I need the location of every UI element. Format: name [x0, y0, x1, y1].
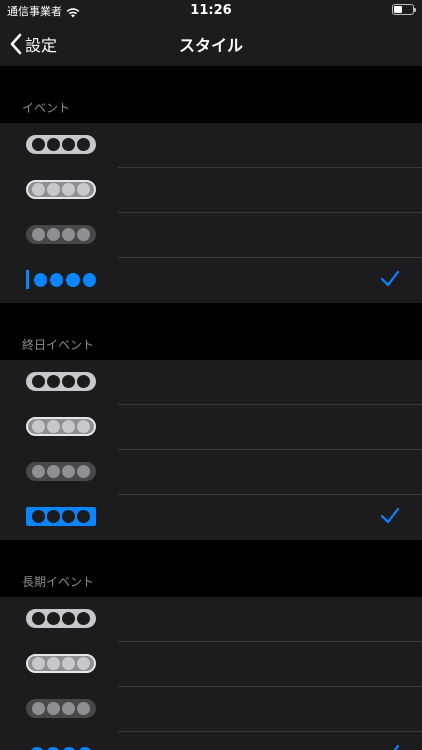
dot [47, 702, 60, 715]
style-option-row[interactable] [0, 123, 422, 168]
status-bar: 通信事業者 11:26 [0, 0, 422, 22]
dot [77, 375, 90, 388]
dot [32, 183, 45, 196]
dot [32, 465, 45, 478]
dot [47, 183, 60, 196]
dot [32, 228, 45, 241]
dot [77, 183, 90, 196]
dot [47, 228, 60, 241]
dot [77, 510, 90, 523]
style-preview [26, 699, 96, 718]
dot [32, 657, 45, 670]
style-preview [26, 372, 96, 391]
dot [32, 510, 45, 523]
dot [82, 272, 96, 287]
dot [77, 702, 90, 715]
style-option-row-selected[interactable] [0, 732, 422, 750]
dot [50, 272, 64, 287]
style-option-row[interactable] [0, 687, 422, 732]
dot [47, 510, 60, 523]
style-option-row-selected[interactable] [0, 495, 422, 540]
dot [77, 657, 90, 670]
style-preview [26, 507, 96, 526]
section-all-day-event: 終日イベント [0, 303, 422, 540]
dot [47, 657, 60, 670]
battery-fill [394, 6, 402, 13]
style-preview [26, 225, 96, 244]
style-preview [26, 609, 96, 628]
style-preview [26, 654, 96, 673]
dot [47, 375, 60, 388]
section-event: イベント [0, 66, 422, 303]
dot [46, 746, 60, 750]
section-header-label: 終日イベント [22, 338, 95, 352]
style-options-group [0, 123, 422, 303]
dot [62, 746, 76, 750]
dot [77, 465, 90, 478]
page-title: スタイル [178, 36, 243, 55]
checkmark-icon [380, 744, 400, 750]
style-preview [26, 270, 96, 289]
dot [30, 746, 44, 750]
style-preview [26, 462, 96, 481]
style-option-row[interactable] [0, 642, 422, 687]
style-option-row[interactable] [0, 450, 422, 495]
checkmark-icon [380, 270, 400, 292]
checkmark-icon [380, 507, 400, 529]
dot [62, 228, 75, 241]
dot [62, 612, 75, 625]
style-preview [26, 417, 96, 436]
dot [62, 657, 75, 670]
dot [47, 420, 60, 433]
dot [62, 183, 75, 196]
dot [32, 612, 45, 625]
accent-bar [26, 270, 29, 289]
dot [47, 612, 60, 625]
style-option-row[interactable] [0, 360, 422, 405]
section-multi-day-event: 長期イベント [0, 540, 422, 750]
dot [62, 465, 75, 478]
section-header: 長期イベント [0, 540, 422, 597]
navigation-bar: 設定 スタイル [0, 22, 422, 66]
dot [77, 138, 90, 151]
section-header-label: イベント [22, 101, 71, 115]
style-preview [26, 180, 96, 199]
dot [62, 420, 75, 433]
style-option-row[interactable] [0, 213, 422, 258]
style-options-group [0, 360, 422, 540]
style-option-row[interactable] [0, 405, 422, 450]
dot [62, 375, 75, 388]
dot [32, 138, 45, 151]
status-time: 11:26 [190, 3, 232, 18]
style-option-row[interactable] [0, 168, 422, 213]
dot [62, 138, 75, 151]
settings-list: イベント 終日イベント 長期イベント [0, 66, 422, 750]
style-preview [26, 744, 96, 750]
dot [78, 746, 92, 750]
section-header: イベント [0, 66, 422, 123]
dot [66, 272, 80, 287]
style-options-group [0, 597, 422, 750]
dot [62, 702, 75, 715]
dot [47, 465, 60, 478]
dot [32, 375, 45, 388]
section-header-label: 長期イベント [22, 575, 95, 589]
dot [32, 702, 45, 715]
dot [62, 510, 75, 523]
dot [47, 138, 60, 151]
style-preview [26, 135, 96, 154]
dot [33, 272, 48, 287]
section-header: 終日イベント [0, 303, 422, 360]
dot [77, 228, 90, 241]
style-option-row[interactable] [0, 597, 422, 642]
dot [77, 420, 90, 433]
dot [77, 612, 90, 625]
style-option-row-selected[interactable] [0, 258, 422, 303]
battery-icon [392, 4, 416, 15]
dot [32, 420, 45, 433]
